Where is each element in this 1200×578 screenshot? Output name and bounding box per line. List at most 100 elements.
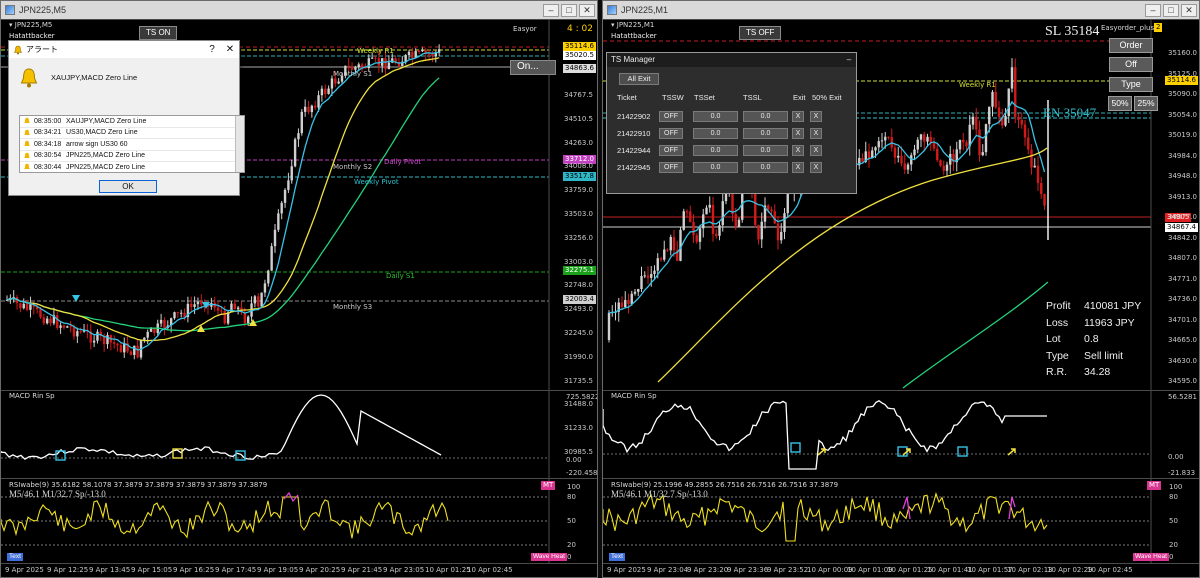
- time-tick: 10 Apr 02:13: [1007, 566, 1053, 574]
- candle-body: [734, 214, 737, 227]
- maximize-button[interactable]: □: [561, 3, 577, 17]
- candle-body: [627, 299, 630, 304]
- wave-heat-badge[interactable]: Wave Heat: [1133, 553, 1169, 561]
- macd-pane[interactable]: [1, 390, 597, 478]
- alert-row[interactable]: 08:30:54 JPN225,MACD Zero Line: [20, 151, 244, 162]
- minimize-button[interactable]: –: [1145, 3, 1161, 17]
- candle-body: [906, 164, 910, 170]
- on-button[interactable]: On...: [510, 60, 556, 75]
- ts-manager-titlebar[interactable]: TS Manager –: [607, 53, 856, 67]
- stat-key: Profit: [1046, 300, 1071, 312]
- price-tick: 33759.0: [564, 186, 593, 195]
- candle-body: [887, 136, 890, 138]
- ts-manager-panel[interactable]: TS Manager – All Exit Ticket TSSW TSSet …: [606, 52, 857, 194]
- macd-line: [1, 394, 442, 461]
- tsset-input[interactable]: 0.0: [693, 128, 738, 139]
- candle-body: [988, 106, 991, 125]
- time-axis: 9 Apr 2025 9 Apr 12:25 9 Apr 13:45 9 Apr 15…: [1, 563, 597, 577]
- candle-body: [1033, 165, 1036, 168]
- tssl-input[interactable]: 0.0: [743, 162, 788, 173]
- price-tick: 32493.0: [564, 305, 593, 314]
- all-exit-button[interactable]: All Exit: [619, 73, 659, 85]
- maximize-button[interactable]: □: [1163, 3, 1179, 17]
- tssw-toggle-button[interactable]: OFF: [659, 162, 683, 173]
- candle-body: [975, 116, 978, 130]
- alert-scrollbar[interactable]: [235, 116, 244, 172]
- tssl-input[interactable]: 0.0: [743, 145, 788, 156]
- alert-row[interactable]: 08:34:18 arrow sign US30 60: [20, 139, 244, 151]
- exit-button[interactable]: X: [792, 145, 804, 156]
- ts-on-button[interactable]: TS ON: [139, 26, 178, 40]
- half-exit-button[interactable]: X: [810, 111, 822, 122]
- order-stats: Profit 410081 JPY Loss 11963 JPY Lot 0.8 Type S…: [1046, 298, 1141, 381]
- candle-body: [666, 249, 669, 251]
- twenty-five-percent-button[interactable]: 25%: [1134, 96, 1158, 111]
- ts-off-button[interactable]: TS OFF: [739, 26, 782, 40]
- candle-body: [243, 312, 247, 324]
- alert-time: 08:30:44: [34, 163, 62, 171]
- ok-button[interactable]: OK: [99, 180, 157, 193]
- half-exit-button[interactable]: X: [810, 162, 822, 173]
- exit-button[interactable]: X: [792, 162, 804, 173]
- tssw-toggle-button[interactable]: OFF: [659, 111, 683, 122]
- stat-value: 34.28: [1084, 366, 1111, 378]
- text-badge[interactable]: Text: [7, 553, 23, 561]
- tsset-input[interactable]: 0.0: [693, 111, 738, 122]
- stat-value: 11963 JPY: [1084, 316, 1135, 329]
- tsset-input[interactable]: 0.0: [693, 162, 738, 173]
- candle-body: [1010, 67, 1014, 89]
- half-exit-button[interactable]: X: [810, 145, 822, 156]
- rsi-title: RSIwabe(9) 35.6182 58.1078 37.3879 37.38…: [9, 481, 268, 489]
- candle-body: [200, 301, 203, 305]
- tssl-input[interactable]: 0.0: [743, 128, 788, 139]
- macd-pane[interactable]: [603, 390, 1199, 478]
- alert-history-list[interactable]: 08:35:00 XAUJPY,MACD Zero Line 08:34:21 US3…: [19, 115, 245, 173]
- candle-body: [427, 53, 431, 55]
- candle-body: [900, 155, 903, 164]
- window-title: JPN225,M5: [19, 5, 67, 15]
- time-tick: 9 Apr 17:45: [215, 566, 257, 574]
- close-button[interactable]: ✕: [579, 3, 595, 17]
- candle-body: [767, 205, 770, 210]
- candle-body: [776, 223, 780, 241]
- off-button[interactable]: Off: [1109, 57, 1153, 72]
- text-badge[interactable]: Text: [609, 553, 625, 561]
- alert-row[interactable]: 08:35:00 XAUJPY,MACD Zero Line: [20, 116, 244, 128]
- candle-body: [180, 312, 183, 314]
- alert-close-button[interactable]: ✕: [221, 44, 239, 55]
- alert-row[interactable]: 08:30:44 JPN225,MACD Zero Line: [20, 162, 244, 172]
- window-titlebar[interactable]: JPN225,M1 – □ ✕: [603, 1, 1199, 19]
- close-button[interactable]: ✕: [1181, 3, 1197, 17]
- wave-heat-badge[interactable]: Wave Heat: [531, 553, 567, 561]
- tssw-toggle-button[interactable]: OFF: [659, 128, 683, 139]
- time-tick: 9 Apr 19:05: [257, 566, 299, 574]
- exit-button[interactable]: X: [792, 128, 804, 139]
- macd-line: [603, 400, 1047, 470]
- symbol-header: ▾ JPN225,M1: [611, 21, 655, 29]
- type-button[interactable]: Type: [1109, 77, 1153, 92]
- level-label: Weekly R1: [357, 47, 394, 55]
- alert-text: JPN225,MACD Zero Line: [66, 163, 145, 171]
- tssw-toggle-button[interactable]: OFF: [659, 145, 683, 156]
- help-button[interactable]: ?: [203, 44, 221, 55]
- tssl-input[interactable]: 0.0: [743, 111, 788, 122]
- candle-body: [919, 134, 923, 140]
- exit-button[interactable]: X: [792, 111, 804, 122]
- alert-text: XAUJPY,MACD Zero Line: [66, 117, 147, 125]
- candle-body: [695, 235, 698, 242]
- half-exit-button[interactable]: X: [810, 128, 822, 139]
- minimize-button[interactable]: –: [842, 53, 856, 67]
- candle-body: [689, 211, 692, 222]
- alert-titlebar[interactable]: アラート ? ✕: [9, 41, 239, 58]
- window-titlebar[interactable]: JPN225,M5 – □ ✕: [1, 1, 597, 19]
- order-button[interactable]: Order: [1109, 38, 1153, 53]
- alert-row[interactable]: 08:34:21 US30,MACD Zero Line: [20, 128, 244, 139]
- minimize-button[interactable]: –: [543, 3, 559, 17]
- stat-key: Type: [1046, 349, 1069, 362]
- candle-body: [1030, 149, 1033, 168]
- alert-dialog[interactable]: アラート ? ✕ XAUJPY,MACD Zero Line 08:35:00 X…: [8, 40, 245, 196]
- candle-body: [1007, 88, 1010, 117]
- fifty-percent-button[interactable]: 50%: [1108, 96, 1132, 111]
- tsset-input[interactable]: 0.0: [693, 145, 738, 156]
- candle-body: [46, 318, 49, 324]
